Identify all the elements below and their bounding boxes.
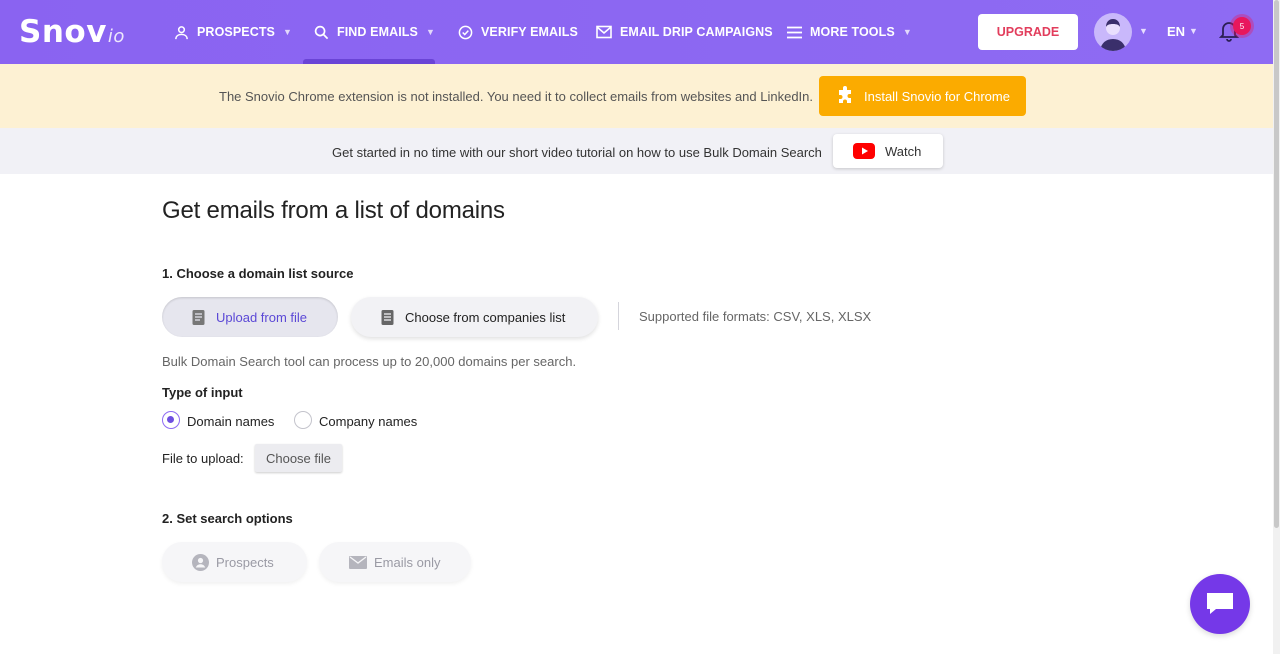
prospects-option-label: Prospects [216, 554, 274, 570]
notification-count-badge: 5 [1233, 17, 1251, 35]
radio-domain-names[interactable] [162, 411, 180, 429]
logo-suffix: io [107, 26, 125, 47]
language-dropdown-icon[interactable]: ▼ [1189, 26, 1198, 36]
list-document-icon [381, 309, 394, 325]
tutorial-message: Get started in no time with our short vi… [332, 145, 822, 160]
prospects-option-button[interactable]: Prospects [162, 542, 307, 582]
nav-more-tools-label: MORE TOOLS [810, 25, 895, 39]
chevron-down-icon: ▼ [283, 27, 293, 37]
scrollbar-thumb[interactable] [1274, 0, 1279, 528]
person-circle-icon [192, 553, 209, 571]
check-circle-icon [458, 25, 473, 39]
radio-domain-names-label[interactable]: Domain names [187, 414, 274, 429]
page-title: Get emails from a list of domains [162, 197, 505, 224]
chevron-down-icon: ▼ [902, 27, 912, 37]
logo-text: Snov [19, 14, 107, 50]
domain-limit-text: Bulk Domain Search tool can process up t… [162, 354, 577, 369]
nav-find-emails-label: FIND EMAILS [337, 25, 418, 39]
chat-bubble-icon [1207, 593, 1233, 614]
nav-verify-emails[interactable]: VERIFY EMAILS [458, 0, 578, 64]
step1-heading: 1. Choose a domain list source [162, 266, 354, 281]
youtube-play-icon [853, 143, 875, 159]
choose-file-button[interactable]: Choose file [255, 444, 342, 472]
puzzle-piece-icon [839, 86, 851, 103]
nav-prospects[interactable]: PROSPECTS ▼ [174, 0, 292, 64]
nav-prospects-label: PROSPECTS [197, 25, 275, 39]
extension-banner-message: The Snovio Chrome extension is not insta… [219, 89, 814, 104]
nav-email-drip-campaigns[interactable]: EMAIL DRIP CAMPAIGNS [596, 0, 773, 64]
snovio-logo[interactable]: Snovio [19, 14, 125, 50]
watch-button-label: Watch [885, 143, 922, 159]
nav-more-tools[interactable]: MORE TOOLS ▼ [787, 0, 912, 64]
upgrade-button[interactable]: UPGRADE [978, 14, 1078, 50]
supported-formats-text: Supported file formats: CSV, XLS, XLSX [639, 309, 872, 324]
choose-from-companies-button[interactable]: Choose from companies list [351, 297, 598, 337]
input-type-label: Type of input [162, 385, 243, 400]
account-dropdown-icon[interactable]: ▼ [1139, 26, 1148, 36]
install-chrome-extension-button[interactable]: Install Snovio for Chrome [819, 76, 1026, 116]
avatar[interactable] [1094, 13, 1132, 51]
upload-from-file-label: Upload from file [216, 309, 308, 325]
watch-video-button[interactable]: Watch [833, 134, 943, 168]
upload-from-file-button[interactable]: Upload from file [162, 297, 338, 337]
chevron-down-icon: ▼ [425, 27, 435, 37]
search-icon [314, 25, 329, 39]
menu-icon [787, 26, 802, 38]
emails-only-option-label: Emails only [374, 554, 441, 570]
nav-verify-emails-label: VERIFY EMAILS [481, 25, 578, 39]
nav-email-drip-label: EMAIL DRIP CAMPAIGNS [620, 25, 773, 39]
nav-find-emails[interactable]: FIND EMAILS ▼ [314, 0, 435, 64]
install-button-label: Install Snovio for Chrome [864, 88, 1010, 104]
file-upload-label: File to upload: [162, 451, 244, 466]
emails-only-option-button[interactable]: Emails only [319, 542, 471, 582]
divider [618, 302, 619, 330]
radio-company-names-label[interactable]: Company names [319, 414, 417, 429]
language-selector[interactable]: EN [1167, 24, 1185, 39]
envelope-icon [596, 25, 612, 39]
live-chat-button[interactable] [1190, 574, 1250, 634]
envelope-icon [349, 555, 367, 569]
user-avatar-icon [1100, 19, 1126, 51]
radio-company-names[interactable] [294, 411, 312, 429]
choose-from-companies-label: Choose from companies list [405, 309, 566, 325]
file-icon [192, 309, 205, 325]
person-icon [175, 25, 188, 39]
step2-heading: 2. Set search options [162, 511, 293, 526]
